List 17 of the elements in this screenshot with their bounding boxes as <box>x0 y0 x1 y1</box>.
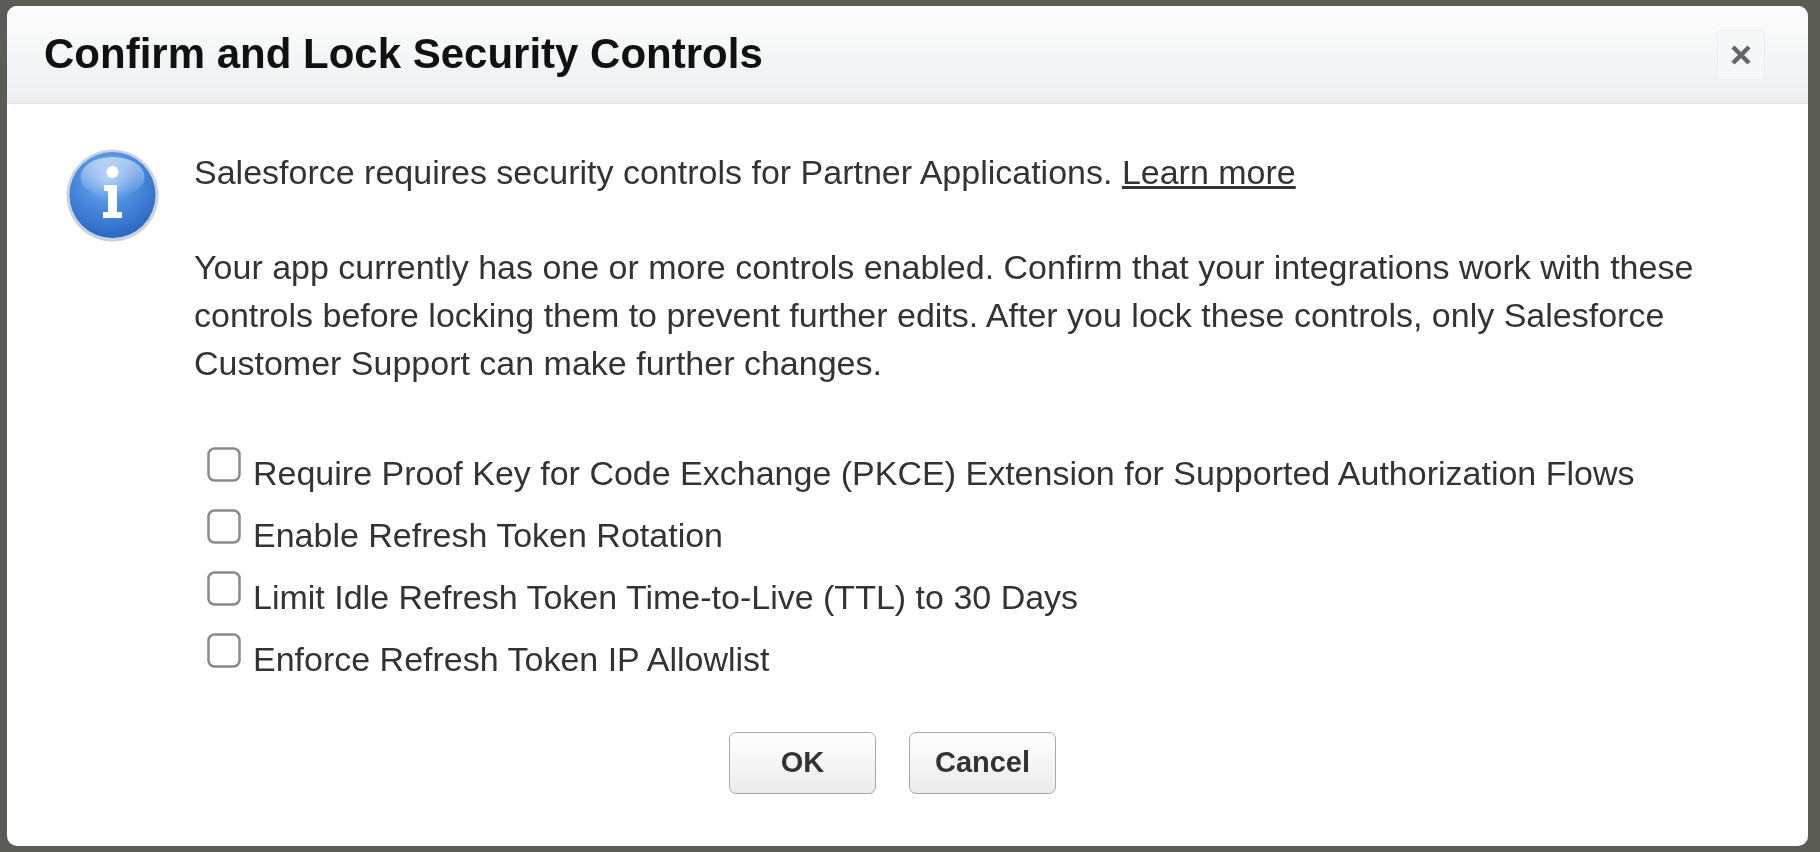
option-label: Limit Idle Refresh Token Time-to-Live (TTL) to 30 Days <box>253 577 1079 617</box>
close-icon <box>1731 44 1751 65</box>
close-button[interactable] <box>1717 29 1765 80</box>
learn-more-link[interactable]: Learn more <box>1121 153 1296 191</box>
checkbox[interactable] <box>207 509 241 544</box>
dialog-title: Confirm and Lock Security Controls <box>44 29 763 80</box>
ok-button[interactable]: OK <box>729 732 876 794</box>
description-text: Your app currently has one or more controls enabled. Confirm that your integrations work with these controls before locking them to prevent further edits. After you lock these controls, only Salesforce Customer Support can make further changes. <box>194 247 1695 384</box>
option-label: Enable Refresh Token Rotation <box>253 515 723 555</box>
option-label: Enforce Refresh Token IP Allowlist <box>253 639 770 679</box>
checkbox[interactable] <box>207 571 241 606</box>
cancel-button[interactable]: Cancel <box>909 732 1056 794</box>
info-icon <box>66 149 159 242</box>
notice-text: Salesforce requires security controls for Partner Applications. Learn more <box>194 152 1297 193</box>
checkbox[interactable] <box>207 633 241 668</box>
option-label: Require Proof Key for Code Exchange (PKCE) Extension for Supported Authorization Flows <box>253 453 1635 493</box>
checkbox[interactable] <box>207 447 241 482</box>
